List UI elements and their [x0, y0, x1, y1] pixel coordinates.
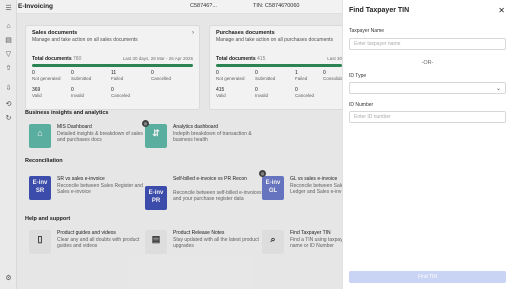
id-number-label: ID Number	[349, 102, 374, 108]
modal-backdrop[interactable]	[0, 0, 342, 289]
or-divider: -OR-	[421, 60, 434, 66]
find-tin-button[interactable]: Find TIN	[349, 271, 506, 283]
id-type-label: ID Type	[349, 73, 367, 79]
taxpayer-name-label: Taxpayer Name	[349, 28, 385, 34]
chevron-down-icon: ⌄	[495, 86, 501, 92]
find-tin-drawer: Find Taxpayer TIN ✕ Taxpayer Name -OR- I…	[342, 0, 512, 289]
id-number-input[interactable]	[349, 111, 506, 123]
close-icon[interactable]: ✕	[498, 6, 505, 15]
app: ☰ ⌂ ▤ ▽ ⇧ ⇩ ⟲ ↻ ⚙ E-Invoicing C58746?...…	[0, 0, 512, 289]
id-type-select[interactable]: ⌄	[349, 82, 506, 94]
drawer-title: Find Taxpayer TIN	[349, 7, 410, 14]
taxpayer-name-input[interactable]	[349, 38, 506, 50]
